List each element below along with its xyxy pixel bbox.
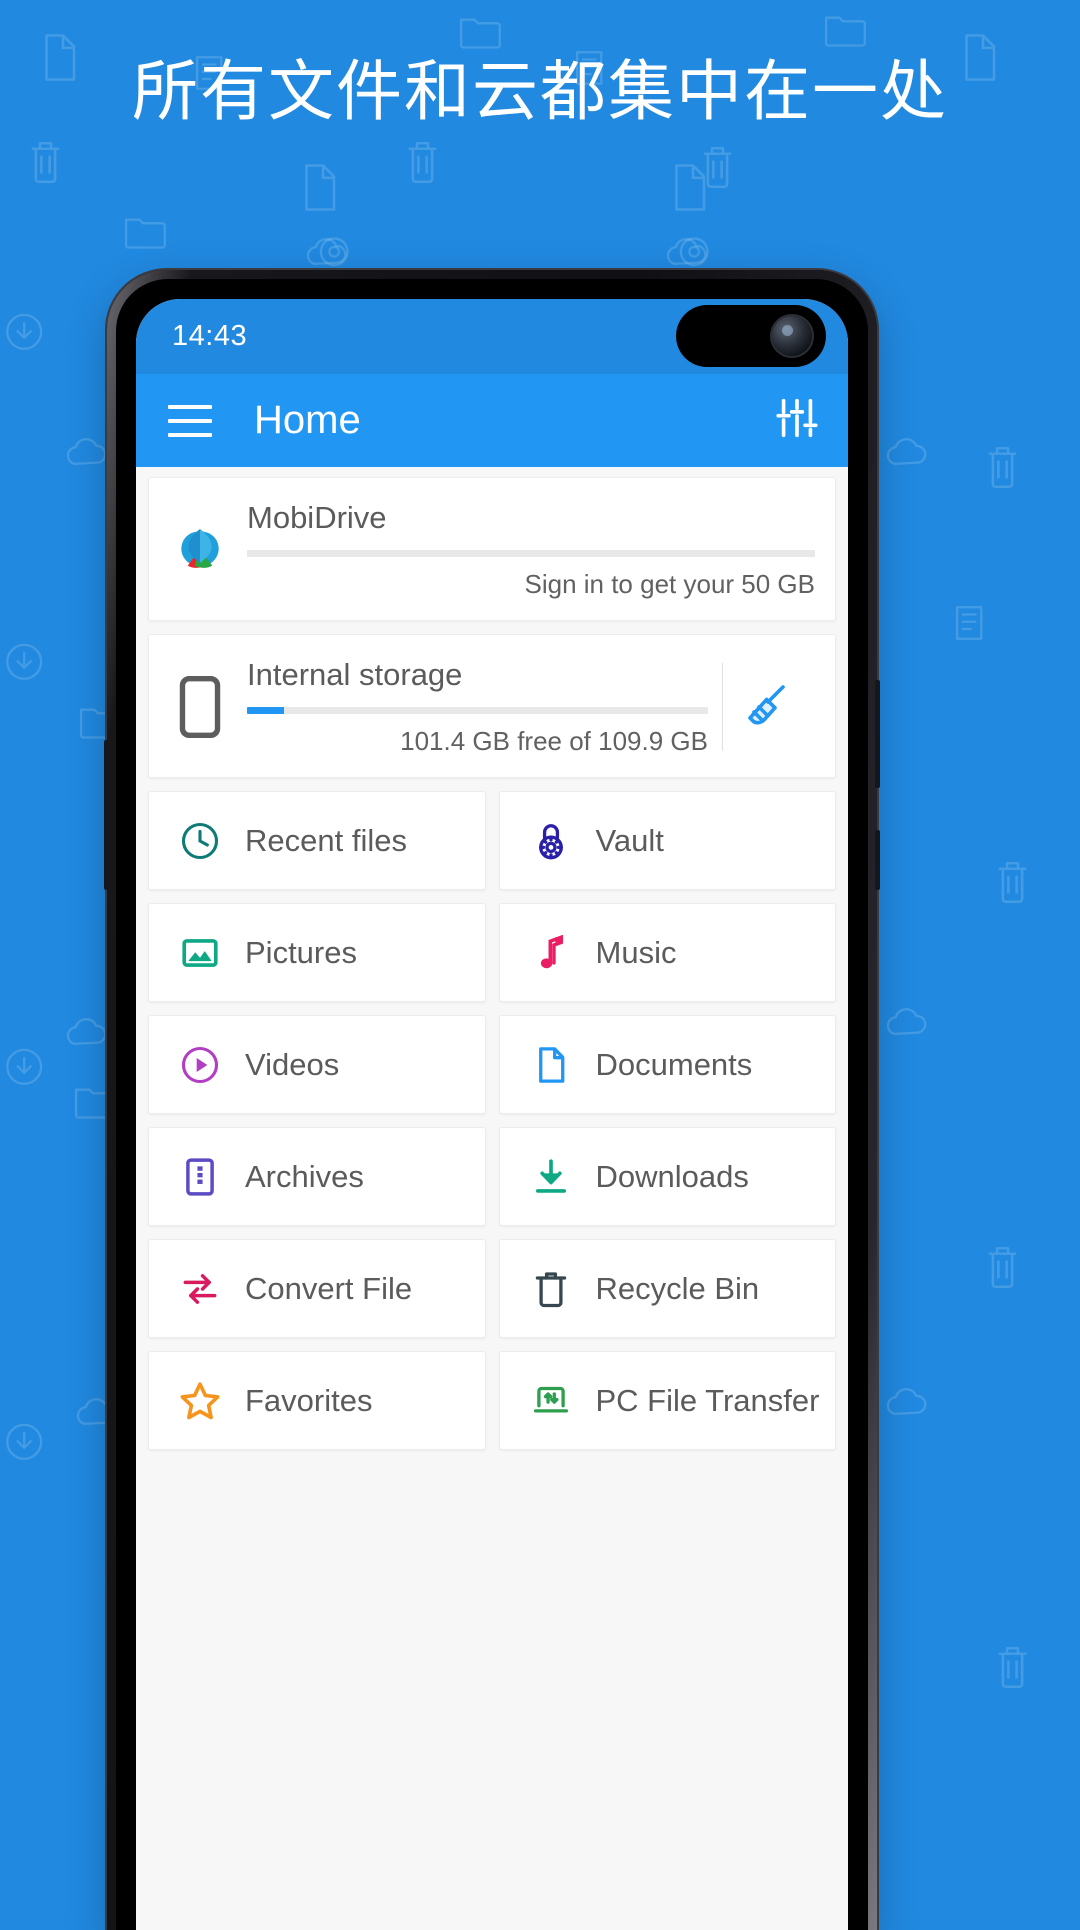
trash-bin-icon — [528, 1267, 574, 1311]
phone-storage-icon — [169, 676, 231, 738]
tile-recycle-bin[interactable]: Recycle Bin — [498, 1239, 836, 1338]
tile-label: Archives — [245, 1158, 364, 1194]
pc-transfer-icon — [528, 1379, 574, 1423]
tile-convert-file[interactable]: Convert File — [148, 1239, 486, 1338]
app-bar: Home — [136, 374, 848, 467]
mobidrive-logo-icon — [169, 522, 231, 578]
tile-archives[interactable]: Archives — [148, 1127, 486, 1226]
status-time: 14:43 — [172, 320, 248, 352]
archive-box-icon — [177, 1155, 223, 1199]
page-title: 所有文件和云都集中在一处 — [132, 54, 948, 128]
power-button — [875, 680, 880, 788]
drive-progress-bar — [247, 707, 708, 714]
status-bar: 14:43 — [136, 299, 848, 374]
shortcut-grid: Recent files Vault Pictures Music Videos… — [148, 791, 836, 1450]
tile-label: Recent files — [245, 822, 407, 858]
tile-label: Favorites — [245, 1382, 373, 1418]
tune-settings-icon[interactable] — [774, 395, 820, 446]
internal-storage-card[interactable]: Internal storage 101.4 GB free of 109.9 … — [148, 634, 836, 778]
tile-favorites[interactable]: Favorites — [148, 1351, 486, 1450]
drive-subtitle: 101.4 GB free of 109.9 GB — [400, 726, 708, 756]
mobidrive-card[interactable]: MobiDrive Sign in to get your 50 GB — [148, 477, 836, 621]
document-icon — [528, 1043, 574, 1087]
music-note-icon — [528, 931, 574, 975]
tile-label: Recycle Bin — [595, 1270, 760, 1306]
image-icon — [177, 931, 223, 975]
tile-pictures[interactable]: Pictures — [148, 903, 486, 1002]
volume-button — [104, 740, 109, 890]
drive-subtitle: Sign in to get your 50 GB — [524, 569, 815, 599]
tile-pc-file-transfer[interactable]: PC File Transfer — [498, 1351, 836, 1450]
padlock-icon — [528, 819, 574, 863]
tile-label: Videos — [245, 1046, 340, 1082]
tile-documents[interactable]: Documents — [498, 1015, 836, 1114]
drive-name: MobiDrive — [247, 500, 387, 535]
play-circle-icon — [177, 1043, 223, 1087]
phone-mockup: 14:43 Home MobiDrive Sign in to get your… — [104, 270, 880, 1930]
clock-icon — [177, 819, 223, 863]
star-icon — [177, 1378, 223, 1424]
storage-used-fill — [247, 707, 284, 714]
front-camera-icon — [772, 316, 812, 356]
tile-label: Music — [595, 934, 677, 970]
tile-label: PC File Transfer — [595, 1382, 820, 1418]
assistant-button — [875, 830, 880, 890]
broom-clean-icon[interactable] — [723, 679, 815, 735]
tile-vault[interactable]: Vault — [498, 791, 836, 890]
tile-label: Vault — [595, 822, 664, 858]
download-icon — [528, 1155, 574, 1199]
drive-progress-bar — [247, 550, 815, 557]
tile-recent-files[interactable]: Recent files — [148, 791, 486, 890]
phone-screen: 14:43 Home MobiDrive Sign in to get your… — [136, 299, 848, 1930]
tile-label: Pictures — [245, 934, 357, 970]
tile-label: Downloads — [595, 1158, 749, 1194]
hamburger-menu-icon[interactable] — [168, 404, 212, 437]
tile-music[interactable]: Music — [498, 903, 836, 1002]
camera-punch-hole — [676, 305, 826, 367]
convert-arrows-icon — [177, 1267, 223, 1311]
drive-name: Internal storage — [247, 657, 463, 692]
tile-downloads[interactable]: Downloads — [498, 1127, 836, 1226]
app-bar-title: Home — [254, 398, 361, 442]
home-content: MobiDrive Sign in to get your 50 GB Inte… — [136, 467, 848, 1930]
tile-label: Documents — [595, 1046, 753, 1082]
phone-bezel: 14:43 Home MobiDrive Sign in to get your… — [116, 279, 868, 1930]
tile-videos[interactable]: Videos — [148, 1015, 486, 1114]
tile-label: Convert File — [245, 1270, 413, 1306]
